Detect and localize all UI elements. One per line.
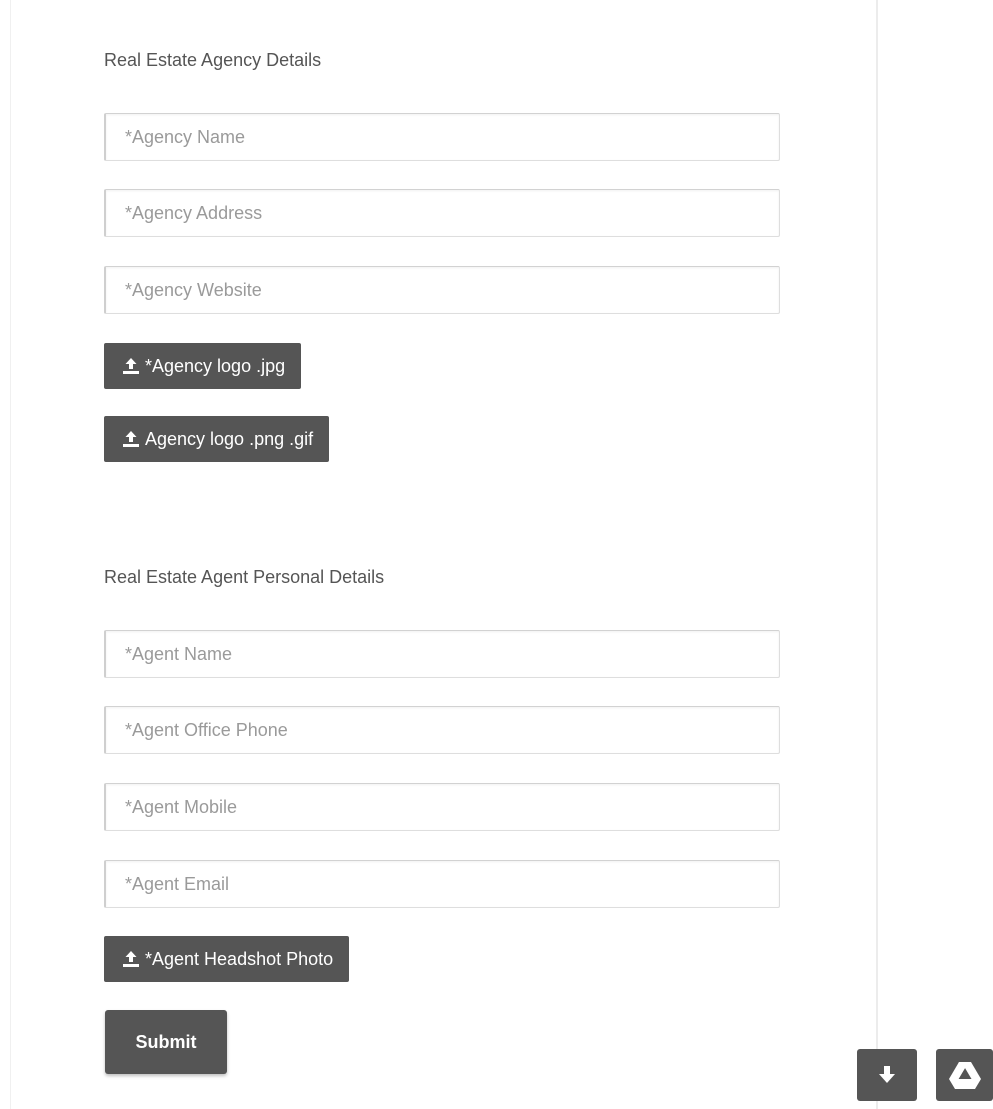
agency-logo-png-gif-upload-button[interactable]: Agency logo .png .gif [104,416,330,462]
agency-name-field[interactable] [104,113,780,161]
agency-address-input[interactable] [106,190,779,236]
agency-logo-png-gif-label: Agency logo .png .gif [145,428,314,449]
agent-section-title: Real Estate Agent Personal Details [104,567,385,587]
agent-name-field[interactable] [104,630,780,678]
agency-name-input[interactable] [106,114,779,160]
agent-mobile-input[interactable] [106,784,779,830]
upload-icon [122,950,140,968]
download-arrow-icon [877,1064,897,1086]
agency-logo-jpg-label: *Agency logo .jpg [145,355,286,376]
right-divider [876,0,878,1109]
agent-mobile-field[interactable] [104,783,780,831]
download-button[interactable] [857,1049,917,1101]
agent-headshot-upload-button[interactable]: *Agent Headshot Photo [104,936,350,982]
agency-website-field[interactable] [104,266,780,314]
agency-logo-jpg-upload-button[interactable]: *Agency logo .jpg [104,343,302,389]
left-divider [10,0,11,1109]
agent-name-input[interactable] [106,631,779,677]
google-drive-button[interactable] [936,1049,993,1101]
agency-address-field[interactable] [104,189,780,237]
agency-section-title: Real Estate Agency Details [104,50,322,70]
upload-icon [122,357,140,375]
agent-email-field[interactable] [104,860,780,908]
agency-website-input[interactable] [106,267,779,313]
upload-icon [122,430,140,448]
agent-office-phone-input[interactable] [106,707,779,753]
agent-email-input[interactable] [106,861,779,907]
form-page: Real Estate Agency Details *Agency logo … [0,0,993,1109]
agent-office-phone-field[interactable] [104,706,780,754]
submit-button[interactable]: Submit [105,1010,227,1074]
agent-headshot-label: *Agent Headshot Photo [145,948,334,969]
google-drive-icon [948,1060,982,1090]
